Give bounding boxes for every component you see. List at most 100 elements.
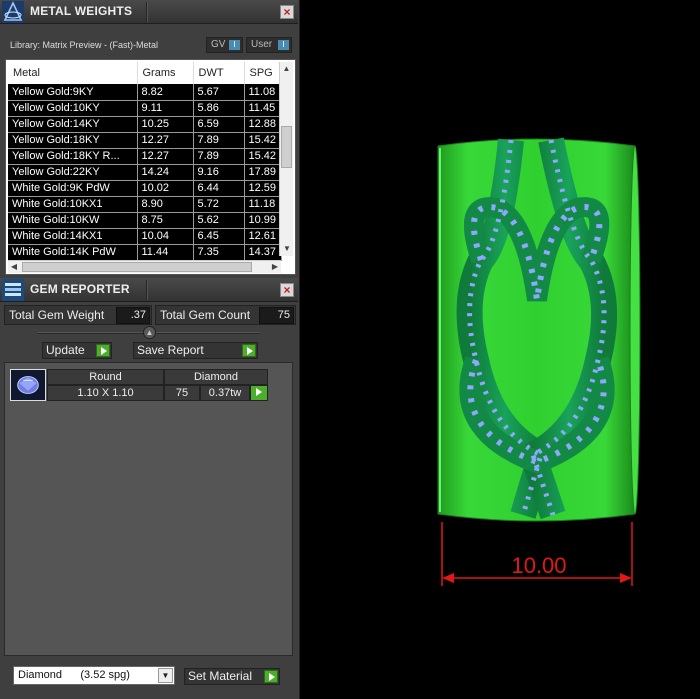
table-row[interactable]: White Gold:10KX1 8.90 5.72 11.18 [8, 196, 282, 213]
table-row[interactable]: Yellow Gold:9KY 8.82 5.67 11.08 [8, 84, 282, 101]
gv-toggle[interactable]: GV I [206, 37, 243, 53]
dwt-cell: 9.16 [193, 164, 245, 181]
grams-cell: 8.90 [137, 196, 194, 213]
update-button-label: Update [46, 343, 85, 357]
metal-cell: Yellow Gold:9KY [8, 84, 138, 101]
play-icon [96, 344, 110, 357]
metal-weights-titlebar: METAL WEIGHTS × [0, 0, 298, 24]
table-header-row: Metal Grams DWT SPG [8, 62, 282, 84]
table-row[interactable]: Yellow Gold:18KY R... 12.27 7.89 15.42 [8, 148, 282, 165]
play-icon [264, 670, 278, 683]
scroll-right-icon[interactable]: ▶ [269, 261, 281, 273]
dwt-cell: 7.35 [193, 244, 245, 261]
scroll-up-icon[interactable]: ▲ [280, 62, 293, 76]
metal-weights-table-container: Metal Grams DWT SPG Yellow Gold:9KY 8.82 5… [5, 59, 296, 275]
dwt-cell: 5.86 [193, 100, 245, 117]
scroll-left-icon[interactable]: ◀ [8, 261, 20, 273]
spg-cell: 15.42 [244, 148, 282, 165]
ring-model-render: 10.00 [437, 137, 641, 586]
gv-toggle-label: GV [211, 39, 226, 50]
grams-cell: 9.11 [137, 100, 194, 117]
app-logo-icon [2, 1, 24, 23]
3d-viewport[interactable]: 10.00 [301, 0, 700, 699]
table-row[interactable]: White Gold:14K PdW 11.44 7.35 14.37 [8, 244, 282, 261]
gem-reporter-icon [2, 279, 24, 301]
column-header-grams[interactable]: Grams [137, 62, 194, 84]
dwt-cell: 5.67 [193, 84, 245, 101]
total-gem-count-label: Total Gem Count [160, 308, 251, 322]
save-report-button-label: Save Report [137, 343, 204, 357]
spg-cell: 12.61 [244, 228, 282, 245]
gem-reporter-close-button[interactable]: × [280, 283, 294, 297]
column-header-dwt[interactable]: DWT [193, 62, 245, 84]
metal-cell: White Gold:14K PdW [8, 244, 138, 261]
grams-cell: 10.25 [137, 116, 194, 133]
user-toggle-label: User [251, 39, 273, 50]
play-icon [242, 344, 256, 357]
table-row[interactable]: White Gold:10KW 8.75 5.62 10.99 [8, 212, 282, 229]
gv-toggle-indicator: I [229, 40, 240, 50]
table-vertical-scrollbar[interactable]: ▲ ▼ [279, 62, 293, 256]
table-row[interactable]: White Gold:14KX1 10.04 6.45 12.61 [8, 228, 282, 245]
total-gem-count-value: 75 [259, 307, 294, 324]
metal-cell: White Gold:10KW [8, 212, 138, 229]
vertical-scroll-thumb[interactable] [281, 126, 292, 168]
table-row[interactable]: Yellow Gold:18KY 12.27 7.89 15.42 [8, 132, 282, 149]
metal-cell: White Gold:14KX1 [8, 228, 138, 245]
column-header-spg[interactable]: SPG [244, 62, 282, 84]
metal-weights-title: METAL WEIGHTS [30, 4, 133, 18]
grams-cell: 10.04 [137, 228, 194, 245]
total-gem-weight-label: Total Gem Weight [9, 308, 105, 322]
grams-cell: 12.27 [137, 132, 194, 149]
metal-cell: Yellow Gold:22KY [8, 164, 138, 181]
metal-weights-close-button[interactable]: × [280, 5, 294, 19]
grams-cell: 8.75 [137, 212, 194, 229]
gem-list: Round Diamond 1.10 X 1.10 75 0.37tw [4, 362, 293, 656]
spg-cell: 11.18 [244, 196, 282, 213]
material-select[interactable]: Diamond (3.52 spg) ▼ [13, 666, 175, 685]
metal-weights-rows: Yellow Gold:9KY 8.82 5.67 11.08 Yellow Gold:… [8, 84, 282, 261]
spg-cell: 11.08 [244, 84, 282, 101]
scroll-down-icon[interactable]: ▼ [280, 242, 294, 256]
metal-weights-table: Metal Grams DWT SPG Yellow Gold:9KY 8.82 5… [8, 62, 282, 261]
spg-cell: 15.42 [244, 132, 282, 149]
save-report-button[interactable]: Save Report [133, 342, 258, 359]
table-row[interactable]: Yellow Gold:22KY 14.24 9.16 17.89 [8, 164, 282, 181]
metal-cell: Yellow Gold:18KY [8, 132, 138, 149]
metal-cell: Yellow Gold:10KY [8, 100, 138, 117]
titlebar-divider [146, 280, 148, 300]
chevron-down-icon[interactable]: ▼ [158, 668, 173, 683]
dwt-cell: 6.59 [193, 116, 245, 133]
set-material-button[interactable]: Set Material [184, 668, 280, 685]
spg-cell: 11.45 [244, 100, 282, 117]
grams-cell: 12.27 [137, 148, 194, 165]
spg-cell: 14.37 [244, 244, 282, 261]
gem-row-go-button[interactable] [250, 385, 268, 401]
column-header-metal[interactable]: Metal [8, 62, 138, 84]
table-horizontal-scrollbar[interactable]: ◀ ▶ [8, 260, 281, 273]
dwt-cell: 6.44 [193, 180, 245, 197]
metal-cell: White Gold:10KX1 [8, 196, 138, 213]
grams-cell: 10.02 [137, 180, 194, 197]
dwt-cell: 7.89 [193, 148, 245, 165]
table-row[interactable]: Yellow Gold:14KY 10.25 6.59 12.88 [8, 116, 282, 133]
gem-shape-cell: Round [47, 369, 164, 385]
table-row[interactable]: Yellow Gold:10KY 9.11 5.86 11.45 [8, 100, 282, 117]
metal-cell: White Gold:9K PdW [8, 180, 138, 197]
ring-band-right-edge [629, 145, 641, 515]
gem-reporter-titlebar: GEM REPORTER × [0, 278, 298, 302]
spg-cell: 17.89 [244, 164, 282, 181]
spg-cell: 12.59 [244, 180, 282, 197]
user-toggle[interactable]: User I [246, 37, 292, 53]
grams-cell: 14.24 [137, 164, 194, 181]
play-icon [252, 386, 266, 399]
gem-reporter-title: GEM REPORTER [30, 282, 130, 296]
update-button[interactable]: Update [42, 342, 112, 359]
gem-weight-cell: 0.37tw [200, 385, 250, 401]
splitter-knob-icon[interactable]: ▲ [143, 326, 156, 339]
table-row[interactable]: White Gold:9K PdW 10.02 6.44 12.59 [8, 180, 282, 197]
dwt-cell: 5.72 [193, 196, 245, 213]
metal-cell: Yellow Gold:18KY R... [8, 148, 138, 165]
horizontal-scroll-thumb[interactable] [22, 262, 252, 272]
metal-cell: Yellow Gold:14KY [8, 116, 138, 133]
